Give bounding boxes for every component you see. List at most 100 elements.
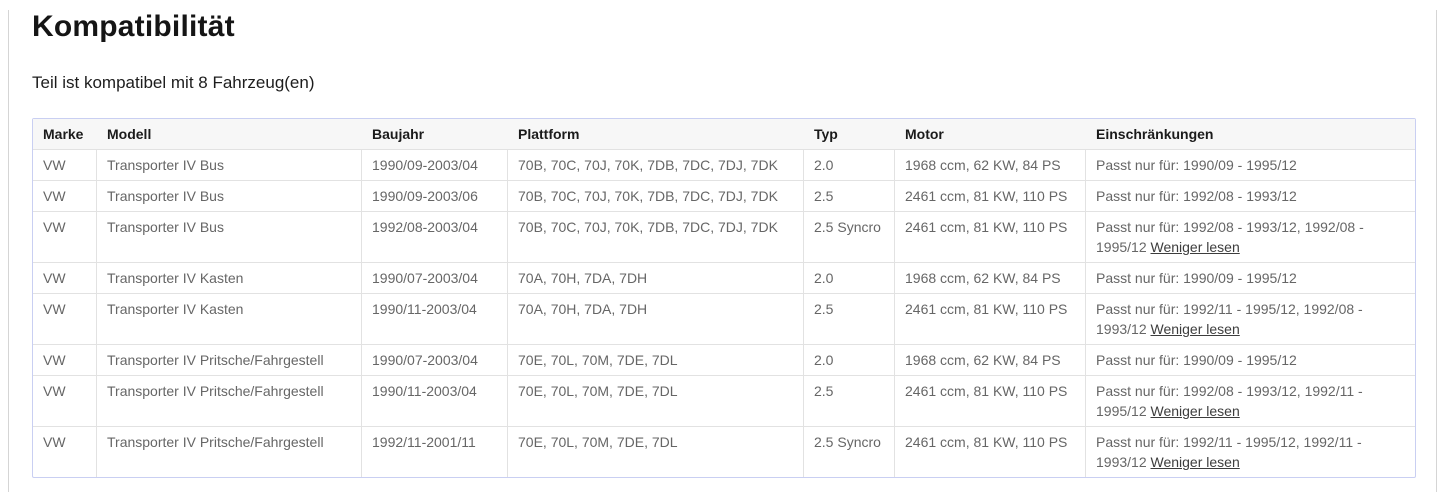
cell-typ: 2.5	[804, 181, 895, 212]
cell-text: 2461 ccm, 81 KW, 110 PS	[905, 219, 1067, 235]
cell-text: 70E, 70L, 70M, 7DE, 7DL	[518, 383, 678, 399]
cell-text: 2461 ccm, 81 KW, 110 PS	[905, 383, 1067, 399]
cell-plattform: 70A, 70H, 7DA, 7DH	[508, 294, 804, 345]
cell-text: VW	[43, 383, 66, 399]
cell-plattform: 70B, 70C, 70J, 70K, 7DB, 7DC, 7DJ, 7DK	[508, 181, 804, 212]
cell-text: 1992/08-2003/04	[372, 219, 478, 235]
cell-baujahr: 1990/09-2003/06	[362, 181, 508, 212]
cell-marke: VW	[33, 263, 97, 294]
cell-motor: 2461 ccm, 81 KW, 110 PS	[895, 376, 1086, 427]
cell-typ: 2.5	[804, 294, 895, 345]
cell-baujahr: 1990/07-2003/04	[362, 263, 508, 294]
table-row: VW Transporter IV Bus 1990/09-2003/0670B, …	[33, 181, 1415, 212]
cell-text: Transporter IV Bus	[107, 219, 224, 235]
cell-text: 1968 ccm, 62 KW, 84 PS	[905, 270, 1061, 286]
cell-text: 2.5 Syncro	[814, 434, 881, 450]
cell-marke: VW	[33, 294, 97, 345]
cell-marke: VW	[33, 212, 97, 263]
cell-einschraenkungen: Passt nur für: 1992/08 - 1993/12	[1086, 181, 1415, 212]
cell-modell: Transporter IV Bus	[97, 212, 362, 263]
cell-text: 70A, 70H, 7DA, 7DH	[518, 301, 647, 317]
cell-marke: VW	[33, 427, 97, 477]
cell-text: 2461 ccm, 81 KW, 110 PS	[905, 301, 1067, 317]
cell-text: Transporter IV Pritsche/Fahrgestell	[107, 434, 324, 450]
column-header-modell: Modell	[97, 119, 362, 150]
table-header-row: MarkeModellBaujahrPlattformTypMotorEinsc…	[33, 119, 1415, 150]
cell-text: 2.5	[814, 301, 833, 317]
cell-text: 2.0	[814, 270, 833, 286]
cell-text: 1992/11-2001/11	[372, 434, 476, 450]
column-header-typ: Typ	[804, 119, 895, 150]
cell-einschraenkungen: Passt nur für: 1992/08 - 1993/12, 1992/0…	[1086, 212, 1415, 263]
cell-motor: 1968 ccm, 62 KW, 84 PS	[895, 150, 1086, 181]
cell-einschraenkungen: Passt nur für: 1992/11 - 1995/12, 1992/1…	[1086, 427, 1415, 477]
table-row: VW Transporter IV Pritsche/Fahrgestell 199…	[33, 427, 1415, 477]
cell-text: 1968 ccm, 62 KW, 84 PS	[905, 157, 1061, 173]
cell-baujahr: 1992/08-2003/04	[362, 212, 508, 263]
read-less-link[interactable]: Weniger lesen	[1151, 403, 1240, 419]
cell-marke: VW	[33, 150, 97, 181]
cell-text: VW	[43, 188, 66, 204]
cell-text: Passt nur für: 1990/09 - 1995/12	[1096, 157, 1297, 173]
panel-left-border	[8, 10, 9, 492]
cell-text: VW	[43, 157, 66, 173]
column-header-marke: Marke	[33, 119, 97, 150]
cell-modell: Transporter IV Pritsche/Fahrgestell	[97, 376, 362, 427]
cell-text: VW	[43, 434, 66, 450]
cell-plattform: 70E, 70L, 70M, 7DE, 7DL	[508, 345, 804, 376]
compatibility-section: Kompatibilität Teil ist kompatibel mit 8…	[32, 0, 1414, 478]
cell-marke: VW	[33, 181, 97, 212]
cell-text: 1968 ccm, 62 KW, 84 PS	[905, 352, 1061, 368]
cell-text: Transporter IV Bus	[107, 157, 224, 173]
table-row: VWTransporter IV Pritsche/Fahrgestell199…	[33, 345, 1415, 376]
cell-marke: VW	[33, 376, 97, 427]
cell-text: Transporter IV Kasten	[107, 270, 243, 286]
cell-motor: 2461 ccm, 81 KW, 110 PS	[895, 427, 1086, 477]
table-row: VW Transporter IV Bus 1992/08-2003/04 70B, …	[33, 212, 1415, 263]
cell-text: 70A, 70H, 7DA, 7DH	[518, 270, 647, 286]
cell-plattform: 70E, 70L, 70M, 7DE, 7DL	[508, 427, 804, 477]
table-row: VWTransporter IV Bus1990/09-2003/0470B, …	[33, 150, 1415, 181]
cell-text: 1990/11-2003/04	[372, 301, 477, 317]
cell-text: 1990/11-2003/04	[372, 383, 477, 399]
cell-baujahr: 1990/11-2003/04	[362, 294, 508, 345]
cell-baujahr: 1990/11-2003/04	[362, 376, 508, 427]
cell-text: Transporter IV Bus	[107, 188, 224, 204]
page-title: Kompatibilität	[32, 8, 1414, 46]
cell-typ: 2.5	[804, 376, 895, 427]
cell-motor: 1968 ccm, 62 KW, 84 PS	[895, 345, 1086, 376]
cell-motor: 2461 ccm, 81 KW, 110 PS	[895, 181, 1086, 212]
cell-text: VW	[43, 270, 66, 286]
read-less-link[interactable]: Weniger lesen	[1151, 239, 1240, 255]
cell-text: Passt nur für: 1992/08 - 1993/12	[1096, 188, 1297, 204]
column-header-motor: Motor	[895, 119, 1086, 150]
cell-modell: Transporter IV Kasten	[97, 263, 362, 294]
cell-text: Transporter IV Pritsche/Fahrgestell	[107, 383, 324, 399]
cell-plattform: 70B, 70C, 70J, 70K, 7DB, 7DC, 7DJ, 7DK	[508, 212, 804, 263]
cell-plattform: 70A, 70H, 7DA, 7DH	[508, 263, 804, 294]
table-row: VW Transporter IV Kasten 1990/07-2003/04 70…	[33, 263, 1415, 294]
cell-text: 2.5	[814, 383, 833, 399]
panel-right-border	[1436, 10, 1437, 492]
cell-typ: 2.5 Syncro	[804, 212, 895, 263]
cell-text: 1990/07-2003/04	[372, 270, 478, 286]
cell-text: VW	[43, 352, 66, 368]
cell-text: 2461 ccm, 81 KW, 110 PS	[905, 188, 1067, 204]
cell-text: 1990/09-2003/04	[372, 157, 478, 173]
read-less-link[interactable]: Weniger lesen	[1151, 321, 1240, 337]
cell-einschraenkungen: Passt nur für: 1990/09 - 1995/12	[1086, 345, 1415, 376]
cell-text: Passt nur für: 1990/09 - 1995/12	[1096, 352, 1297, 368]
cell-typ: 2.0	[804, 263, 895, 294]
compatibility-table: MarkeModellBaujahrPlattformTypMotorEinsc…	[32, 118, 1416, 478]
cell-modell: Transporter IV Bus	[97, 181, 362, 212]
cell-text: Transporter IV Kasten	[107, 301, 243, 317]
cell-modell: Transporter IV Bus	[97, 150, 362, 181]
cell-baujahr: 1990/07-2003/04	[362, 345, 508, 376]
column-header-einschraenkungen: Einschränkungen	[1086, 119, 1415, 150]
cell-motor: 2461 ccm, 81 KW, 110 PS	[895, 294, 1086, 345]
read-less-link[interactable]: Weniger lesen	[1151, 454, 1240, 470]
cell-text: 2.5	[814, 188, 833, 204]
cell-text: 70E, 70L, 70M, 7DE, 7DL	[518, 352, 678, 368]
cell-baujahr: 1990/09-2003/04	[362, 150, 508, 181]
column-header-baujahr: Baujahr	[362, 119, 508, 150]
